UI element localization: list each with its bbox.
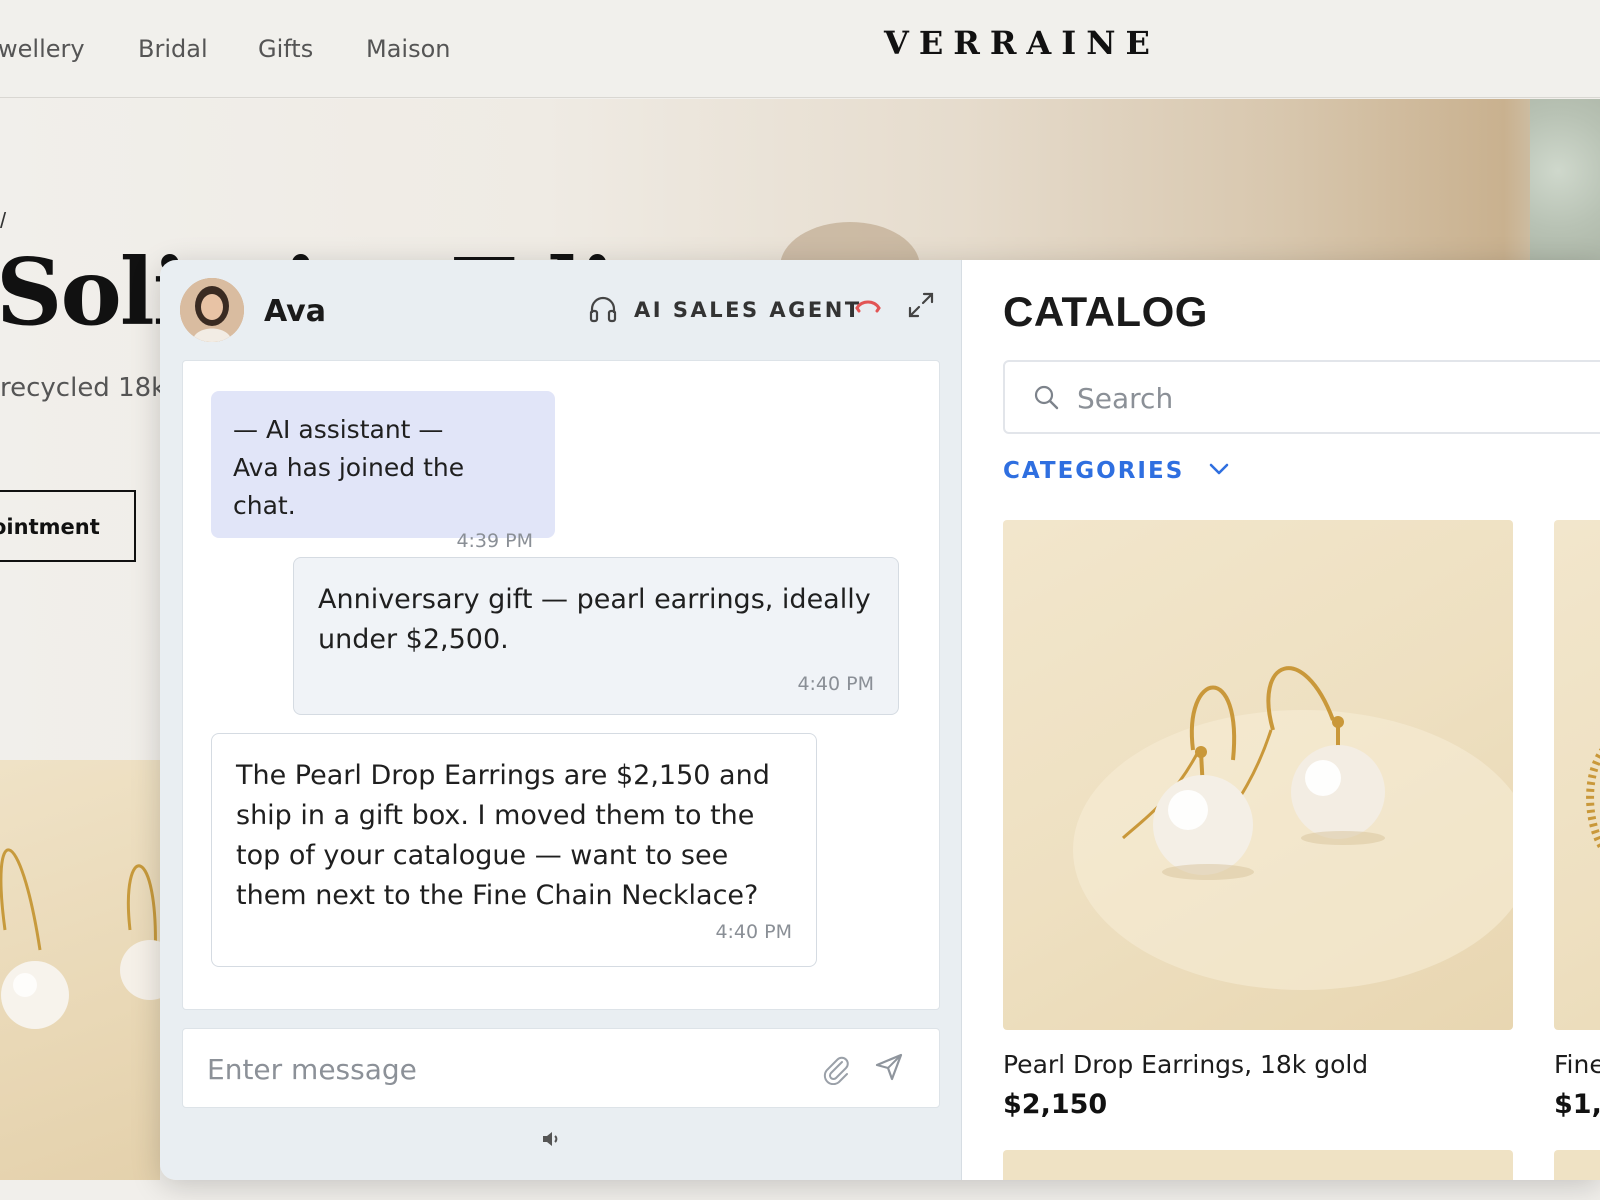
hangup-icon[interactable] [854,296,882,316]
expand-icon[interactable] [906,290,936,320]
speaker-icon[interactable] [540,1128,562,1150]
message-timestamp: 4:40 PM [715,921,792,943]
message-input[interactable] [207,1047,787,1091]
agent-name: Ava [264,294,326,329]
product-card-next-row[interactable] [1003,1150,1513,1180]
categories-label: CATEGORIES [1003,458,1185,484]
nav-item-gifts[interactable]: Gifts [258,35,313,63]
message-composer [182,1028,940,1108]
system-message-line1: — AI assistant — [233,415,444,444]
product-card[interactable]: Pearl Drop Earrings, 18k gold $2,150 [1003,520,1513,1120]
hero-subtitle: recycled 18k [0,373,167,403]
headset-icon [589,296,617,323]
search-input[interactable] [1077,376,1577,420]
user-message-text: Anniversary gift — pearl earrings, ideal… [318,584,871,655]
catalog-search [1003,360,1600,434]
chevron-down-icon [1209,463,1229,474]
product-image[interactable] [1554,520,1600,1030]
categories-dropdown[interactable]: CATEGORIES [1003,458,1230,484]
hero-eyebrow: / [0,208,7,233]
product-card-next-row[interactable] [1554,1150,1600,1180]
message-list[interactable]: — AI assistant — Ava has joined the chat… [182,360,940,1010]
agent-avatar [180,278,244,342]
nav-item-jewellery[interactable]: wellery [0,35,85,63]
site-header: wellery Bridal Gifts Maison VERRAINE [0,0,1600,98]
system-message: — AI assistant — Ava has joined the chat… [211,391,555,552]
book-appointment-button[interactable]: ointment [0,490,136,562]
user-message: Anniversary gift — pearl earrings, ideal… [293,557,899,715]
product-image[interactable] [1003,520,1513,1030]
assistant-panel: Ava AI SALES AGENT — AI assistant — Ava … [160,260,1600,1180]
product-price: $1,4 [1554,1089,1600,1120]
catalog-pane: CATALOG CATEGORIES [962,260,1600,1180]
hero-foliage [1530,99,1600,279]
message-timestamp: 4:40 PM [797,673,874,695]
system-message-line2: Ava has joined the chat. [233,453,465,520]
agent-message: The Pearl Drop Earrings are $2,150 and s… [211,733,817,967]
product-card[interactable]: Fine $1,4 [1554,520,1600,1120]
nav-item-bridal[interactable]: Bridal [138,35,208,63]
message-timestamp: 4:39 PM [456,530,533,552]
attach-icon[interactable] [821,1053,851,1085]
product-name[interactable]: Fine [1554,1050,1600,1079]
search-icon [1034,385,1059,410]
nav-item-maison[interactable]: Maison [366,35,450,63]
send-icon[interactable] [873,1051,905,1083]
background-product-image [0,760,160,1180]
chat-pane: Ava AI SALES AGENT — AI assistant — Ava … [160,260,962,1180]
agent-message-text: The Pearl Drop Earrings are $2,150 and s… [236,760,770,911]
catalog-title: CATALOG [1003,288,1208,335]
product-price: $2,150 [1003,1089,1108,1120]
brand-logo[interactable]: VERRAINE [884,24,1160,62]
book-appointment-label: ointment [0,515,100,539]
product-name[interactable]: Pearl Drop Earrings, 18k gold [1003,1050,1513,1079]
agent-role-label: AI SALES AGENT [634,298,862,322]
